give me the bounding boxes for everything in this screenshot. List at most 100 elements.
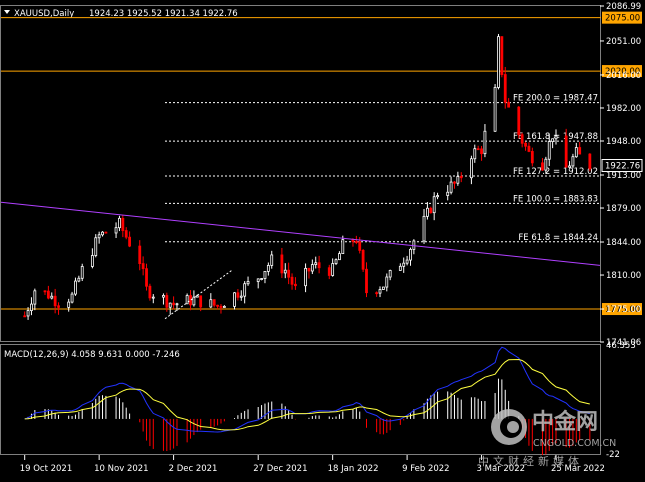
x-tick-label: 2 Dec 2021 [169, 464, 218, 474]
candle-body [145, 268, 148, 287]
candle-body [429, 207, 433, 214]
candle-body [436, 195, 439, 198]
candle-body [483, 130, 487, 155]
dropdown-icon[interactable] [4, 10, 10, 14]
candle-body [50, 295, 54, 299]
candle-body [192, 296, 196, 306]
candle-body [239, 295, 243, 298]
candle-body [236, 292, 240, 298]
candle-body [409, 248, 412, 261]
y-tick-label: 2086.99 [606, 2, 641, 12]
x-tick-label: 9 Feb 2022 [402, 464, 450, 474]
fib-label: FE 100.0 = 1883.83 [513, 194, 598, 204]
candle-body [365, 268, 368, 294]
price-pane [0, 5, 601, 342]
candle-body [304, 267, 307, 287]
watermark-slogan: 中文财经新媒体 [478, 454, 583, 468]
fib-label: FE 127.2 = 1912.02 [513, 167, 598, 177]
candle-body [426, 207, 429, 217]
candle-body [358, 241, 362, 251]
candle-body [30, 303, 33, 311]
price-axis: 2086.99 2051.00 2016.00 1982.00 1948.00 1913.… [600, 2, 641, 348]
candle-body [497, 36, 500, 88]
candle-body [219, 305, 223, 308]
candle-body [564, 135, 568, 168]
candle-body [195, 295, 199, 298]
candle-body [527, 145, 531, 152]
fib-label: FE 200.0 = 1987.47 [513, 94, 598, 104]
candlesticks [23, 33, 592, 320]
y-tick-label: 1948.00 [606, 137, 641, 147]
candle-body [507, 101, 511, 108]
candle-body [503, 74, 507, 103]
candle-body [382, 286, 385, 290]
candle-body [476, 148, 480, 151]
fib-label: FE 61.8 = 1844.24 [518, 233, 598, 243]
candle-body [574, 147, 578, 158]
candle-body [128, 236, 131, 247]
candle-body [327, 267, 331, 276]
candle-body [67, 301, 71, 308]
candle-body [101, 231, 104, 236]
candle-body [541, 162, 544, 171]
candle-body [57, 305, 60, 308]
candle-body [459, 176, 463, 179]
candle-body [378, 289, 382, 294]
candle-body [287, 269, 291, 278]
candle-body [547, 141, 551, 160]
candle-body [148, 285, 152, 299]
candle-body [97, 234, 101, 239]
candle-body [530, 151, 534, 164]
candle-body [151, 296, 155, 299]
candle-body [375, 292, 379, 295]
candle-body [480, 148, 483, 155]
candle-body [243, 283, 247, 297]
candle-body [23, 315, 27, 318]
candle-body [402, 262, 406, 267]
candle-body [449, 181, 453, 193]
y-tick-label: 1810.00 [606, 271, 641, 281]
macd-tick-label: -22 [606, 450, 620, 460]
candle-body [141, 263, 145, 270]
y-tick-label: 1913.00 [606, 171, 641, 181]
candle-body [124, 230, 128, 238]
y-tick-label: 1844.00 [606, 238, 641, 248]
candle-body [94, 237, 98, 256]
candle-body [517, 106, 521, 136]
candle-body [256, 278, 260, 282]
candle-body [588, 153, 592, 170]
x-tick-label: 19 Oct 2021 [20, 464, 73, 474]
x-tick-label: 18 Jan 2022 [328, 464, 379, 474]
candle-body [388, 270, 392, 278]
candle-body [212, 299, 216, 306]
candle-body [314, 262, 318, 265]
candle-body [398, 265, 402, 271]
candle-body [520, 134, 524, 144]
candle-body [53, 295, 57, 307]
candle-body [222, 305, 226, 308]
candle-body [77, 277, 81, 282]
candle-body [26, 310, 30, 317]
candle-body [351, 239, 355, 242]
candle-body [361, 249, 365, 270]
candle-body [405, 259, 409, 264]
candle-body [114, 227, 118, 234]
candle-body [453, 181, 456, 184]
candle-body [43, 290, 47, 293]
candle-body [172, 302, 175, 306]
candle-body [432, 196, 436, 214]
candle-body [524, 142, 527, 147]
watermark-domain: CNGOLD.COM.CN [533, 438, 616, 449]
purple-trendline [0, 201, 601, 266]
candle-body [80, 266, 84, 279]
candle-body [571, 156, 575, 167]
support-line [164, 269, 233, 320]
level-label: 2075.00 [605, 14, 640, 24]
candle-body [334, 259, 338, 264]
candle-body [33, 290, 37, 305]
candle-body [341, 239, 345, 255]
candle-body [385, 276, 389, 288]
candle-body [216, 304, 219, 307]
candle-body [568, 165, 571, 168]
candle-body [354, 241, 358, 243]
